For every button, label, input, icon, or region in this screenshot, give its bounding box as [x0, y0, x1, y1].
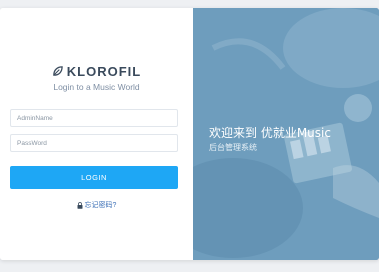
brand-name: KLOROFIL — [66, 64, 142, 79]
brand: KLOROFIL — [0, 64, 193, 79]
hero-panel: 欢迎来到 优就业Music 后台管理系统 — [193, 8, 379, 260]
leaf-icon — [52, 66, 63, 76]
hero-subtitle: 后台管理系统 — [209, 143, 257, 152]
forgot-password-label: 忘记密码? — [84, 202, 117, 209]
forgot-password-link[interactable]: 忘记密码? — [0, 200, 193, 210]
brand-tagline: Login to a Music World — [53, 82, 140, 92]
lock-icon — [77, 201, 83, 209]
login-panel: KLOROFIL Login to a Music World LOGIN 忘记… — [0, 8, 193, 260]
password-input[interactable] — [10, 134, 178, 152]
username-input[interactable] — [10, 109, 178, 127]
login-button[interactable]: LOGIN — [10, 166, 178, 189]
hero-title: 欢迎来到 优就业Music — [209, 126, 331, 140]
login-card: KLOROFIL Login to a Music World LOGIN 忘记… — [0, 8, 379, 260]
